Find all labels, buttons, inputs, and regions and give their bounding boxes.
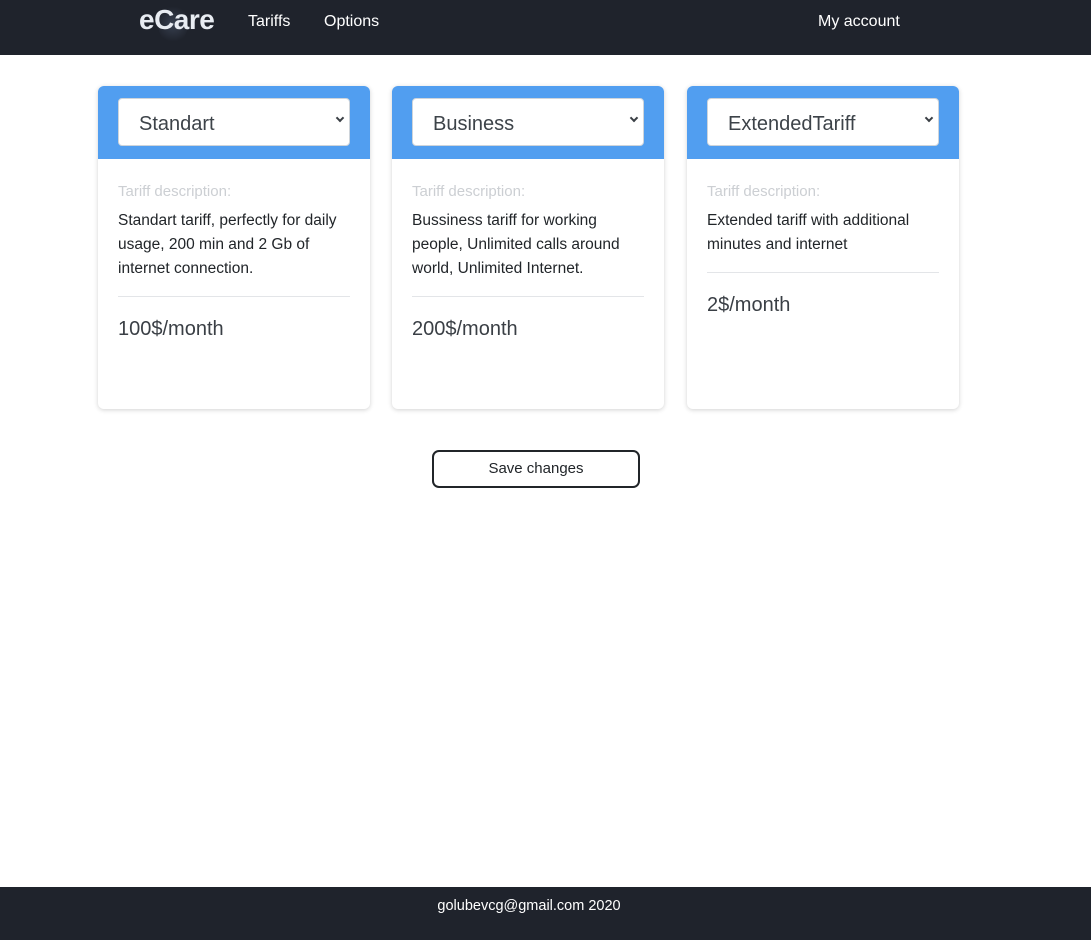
tariff-card: ExtendedTariff Tariff description: Exten… bbox=[687, 86, 959, 409]
tariff-card-header: Standart bbox=[98, 86, 370, 159]
nav-link-tariffs[interactable]: Tariffs bbox=[248, 13, 290, 31]
tariff-card: Business Tariff description: Bussiness t… bbox=[392, 86, 664, 409]
tariff-select[interactable]: ExtendedTariff bbox=[707, 98, 939, 146]
footer: golubevcg@gmail.com 2020 bbox=[0, 887, 1091, 940]
description-text: Bussiness tariff for working people, Unl… bbox=[412, 209, 644, 297]
tariff-card-header: ExtendedTariff bbox=[687, 86, 959, 159]
tariff-select[interactable]: Standart bbox=[118, 98, 350, 146]
chevron-down-icon bbox=[924, 113, 934, 123]
tariff-card-header: Business bbox=[392, 86, 664, 159]
tariff-price: 200$/month bbox=[412, 318, 518, 340]
tariff-card: Standart Tariff description: Standart ta… bbox=[98, 86, 370, 409]
tariff-card-body: Tariff description: Bussiness tariff for… bbox=[392, 159, 664, 341]
tariff-select-value: Business bbox=[433, 113, 515, 135]
description-label: Tariff description: bbox=[412, 183, 526, 200]
chevron-down-icon bbox=[629, 113, 639, 123]
chevron-down-icon bbox=[335, 113, 345, 123]
nav-link-options[interactable]: Options bbox=[324, 13, 379, 31]
top-navbar: eCare Tariffs Options My account bbox=[0, 0, 1091, 55]
description-label: Tariff description: bbox=[118, 183, 232, 200]
tariff-card-body: Tariff description: Standart tariff, per… bbox=[98, 159, 370, 341]
tariff-price: 2$/month bbox=[707, 294, 791, 316]
footer-text: golubevcg@gmail.com 2020 bbox=[437, 898, 621, 914]
tariff-select-value: ExtendedTariff bbox=[728, 113, 856, 135]
description-text: Standart tariff, perfectly for daily usa… bbox=[118, 209, 350, 297]
save-changes-button[interactable]: Save changes bbox=[432, 450, 640, 488]
tariff-card-body: Tariff description: Extended tariff with… bbox=[687, 159, 959, 317]
description-label: Tariff description: bbox=[707, 183, 821, 200]
description-text: Extended tariff with additional minutes … bbox=[707, 209, 939, 273]
tariff-price: 100$/month bbox=[118, 318, 224, 340]
tariff-select-value: Standart bbox=[139, 113, 215, 135]
app-logo[interactable]: eCare bbox=[139, 4, 215, 36]
nav-link-my-account[interactable]: My account bbox=[818, 13, 900, 31]
tariff-select[interactable]: Business bbox=[412, 98, 644, 146]
